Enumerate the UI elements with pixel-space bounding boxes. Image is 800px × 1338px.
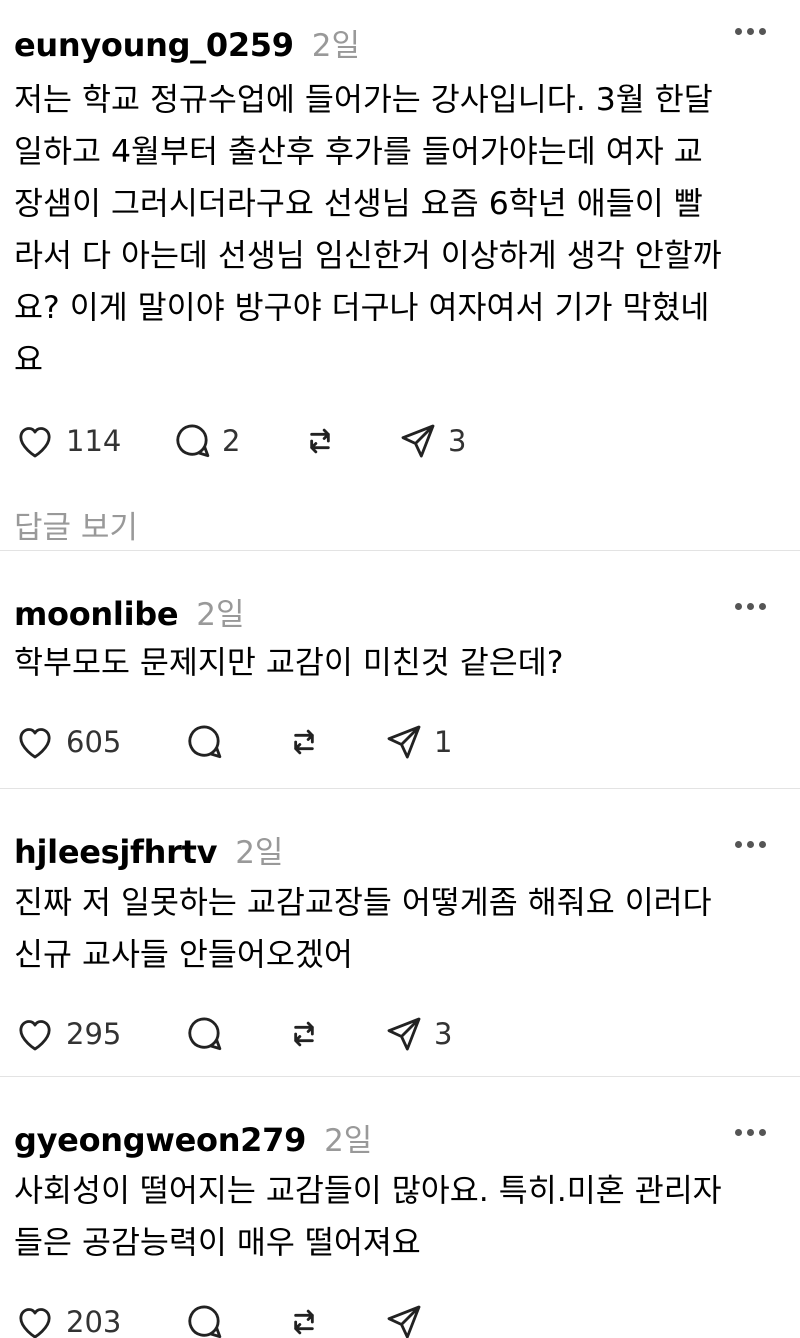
- like-button[interactable]: 605: [14, 722, 184, 762]
- heart-icon: [19, 728, 51, 759]
- more-dots-icon[interactable]: [735, 28, 766, 35]
- post-actions: 295 3: [14, 1009, 780, 1059]
- username[interactable]: gyeongweon279: [14, 1121, 306, 1159]
- repost-button[interactable]: [284, 1302, 384, 1338]
- post-actions: 114 2 3: [14, 416, 780, 466]
- comment-bubble-icon: [188, 1017, 222, 1051]
- send-icon: [387, 1017, 421, 1051]
- repost-button[interactable]: [284, 722, 384, 762]
- comment-bubble-icon: [188, 725, 222, 759]
- post: eunyoung_0259 2일 저는 학교 정규수업에 들어가는 강사입니다.…: [0, 0, 800, 551]
- share-count: 3: [448, 424, 467, 458]
- share-button[interactable]: 1: [384, 722, 452, 762]
- like-count: 605: [66, 725, 122, 759]
- comment-button[interactable]: [184, 1302, 284, 1338]
- post-text: 진짜 저 일못하는 교감교장들 어떻게좀 해줘요 이러다 신규 교사들 안들어오…: [14, 885, 712, 973]
- comment-button[interactable]: [184, 1014, 284, 1054]
- post-text: 학부모도 문제지만 교감이 미친것 같은데?: [14, 645, 564, 681]
- view-replies-link[interactable]: 답글 보기: [14, 502, 780, 547]
- post: gyeongweon279 2일 사회성이 떨어지는 교감들이 많아요. 특히.…: [0, 1077, 800, 1338]
- thread-feed: eunyoung_0259 2일 저는 학교 정규수업에 들어가는 강사입니다.…: [0, 0, 800, 1338]
- like-count: 114: [66, 424, 122, 458]
- post: hjleesjfhrtv 2일 진짜 저 일못하는 교감교장들 어떻게좀 해줘요…: [0, 789, 800, 1077]
- send-icon: [387, 1305, 421, 1338]
- share-button[interactable]: 3: [384, 1014, 452, 1054]
- username[interactable]: hjleesjfhrtv: [14, 833, 217, 871]
- repost-button[interactable]: [300, 421, 398, 461]
- like-count: 295: [66, 1017, 122, 1051]
- repost-icon: [294, 729, 314, 755]
- username[interactable]: moonlibe: [14, 595, 179, 633]
- like-button[interactable]: 114: [14, 421, 172, 461]
- post: moonlibe 2일 학부모도 문제지만 교감이 미친것 같은데? 605 1: [0, 551, 800, 789]
- post-text: 사회성이 떨어지는 교감들이 많아요. 특히.미혼 관리자 들은 공감능력이 매…: [14, 1173, 722, 1261]
- post-actions: 605 1: [14, 717, 780, 767]
- repost-button[interactable]: [284, 1014, 384, 1054]
- like-button[interactable]: 295: [14, 1014, 184, 1054]
- comment-button[interactable]: [184, 722, 284, 762]
- comment-bubble-icon: [188, 1305, 222, 1338]
- post-header: moonlibe 2일: [14, 589, 780, 633]
- like-button[interactable]: 203: [14, 1302, 184, 1338]
- repost-icon: [310, 428, 330, 454]
- share-button[interactable]: [384, 1302, 424, 1338]
- post-time: 2일: [324, 1123, 373, 1159]
- send-icon: [401, 424, 435, 458]
- heart-icon: [19, 1020, 51, 1051]
- more-dots-icon[interactable]: [735, 841, 766, 848]
- repost-icon: [294, 1309, 314, 1335]
- share-button[interactable]: 3: [398, 421, 466, 461]
- heart-icon: [19, 1308, 51, 1338]
- comment-bubble-icon: [176, 424, 210, 458]
- post-time: 2일: [196, 597, 245, 633]
- post-text: 저는 학교 정규수업에 들어가는 강사입니다. 3월 한달 일하고 4월부터 출…: [14, 82, 722, 378]
- heart-icon: [19, 427, 51, 458]
- post-header: hjleesjfhrtv 2일: [14, 827, 780, 871]
- comment-button[interactable]: 2: [172, 421, 300, 461]
- share-count: 1: [434, 725, 453, 759]
- post-time: 2일: [235, 835, 284, 871]
- post-actions: 203: [14, 1297, 780, 1338]
- more-dots-icon[interactable]: [735, 1129, 766, 1136]
- share-count: 3: [434, 1017, 453, 1051]
- post-header: eunyoung_0259 2일: [14, 20, 780, 64]
- post-header: gyeongweon279 2일: [14, 1115, 780, 1159]
- like-count: 203: [66, 1305, 122, 1338]
- username[interactable]: eunyoung_0259: [14, 26, 294, 64]
- send-icon: [387, 725, 421, 759]
- more-dots-icon[interactable]: [735, 603, 766, 610]
- comment-count: 2: [222, 424, 241, 458]
- post-time: 2일: [311, 28, 360, 64]
- repost-icon: [294, 1021, 314, 1047]
